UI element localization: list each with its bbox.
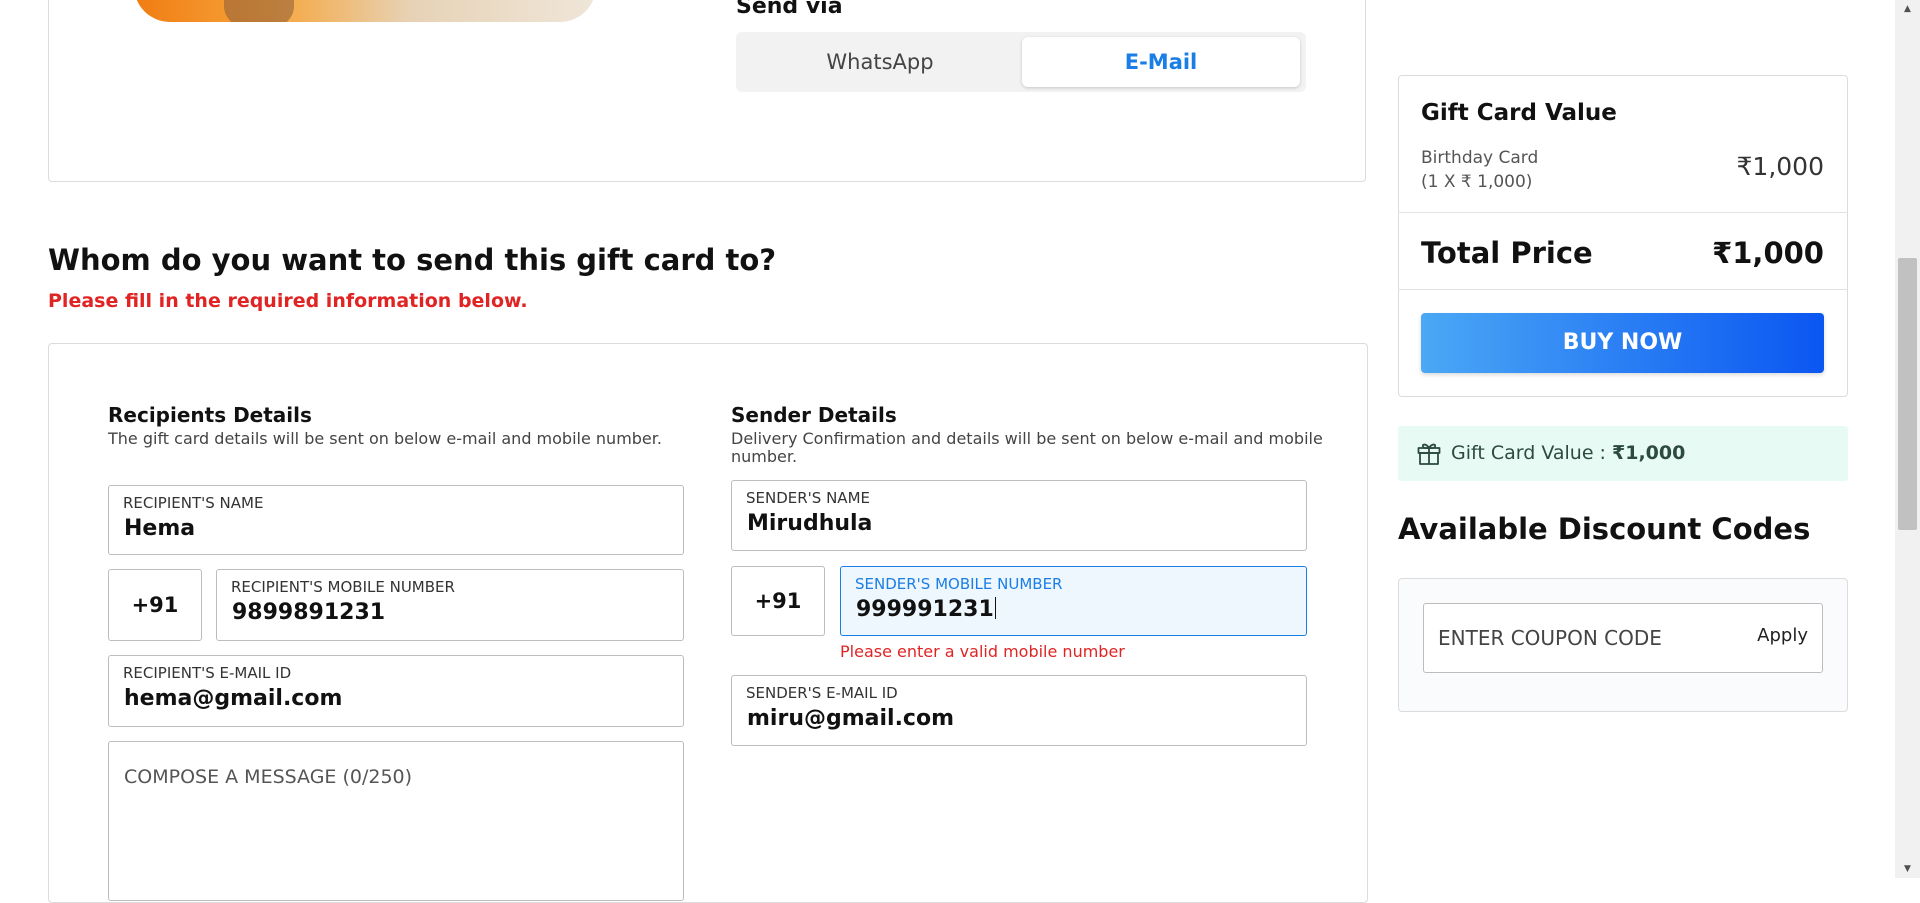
discount-codes-title: Available Discount Codes (1398, 512, 1811, 546)
gift-card-image (134, 0, 596, 22)
recipient-email-field[interactable]: RECIPIENT'S E-MAIL ID hema@gmail.com (108, 655, 684, 727)
total-price-label: Total Price (1421, 236, 1593, 270)
email-option[interactable]: E-Mail (1022, 37, 1300, 87)
recipient-mobile-value: 9899891231 (232, 600, 386, 625)
whatsapp-option[interactable]: WhatsApp (742, 37, 1018, 87)
apply-coupon-button[interactable]: Apply (1757, 625, 1808, 646)
sender-name-field[interactable]: SENDER'S NAME Mirudhula (731, 480, 1307, 551)
sender-details-subtitle: Delivery Confirmation and details will b… (731, 430, 1323, 466)
scroll-up-arrow-icon[interactable]: ▲ (1898, 2, 1917, 16)
sender-mobile-input: 999991231 (856, 597, 996, 622)
gift-card-value-title: Gift Card Value (1421, 100, 1617, 126)
recipient-country-code[interactable]: +91 (108, 569, 202, 641)
sender-country-code[interactable]: +91 (731, 566, 825, 636)
send-via-label: Send via (736, 0, 843, 19)
sender-name-label: SENDER'S NAME (746, 489, 870, 507)
coupon-code-placeholder: ENTER COUPON CODE (1438, 626, 1662, 650)
sender-email-label: SENDER'S E-MAIL ID (746, 684, 898, 702)
gift-card-item: Birthday Card (1 X ₹ 1,000) (1421, 146, 1538, 194)
recipient-details-title: Recipients Details (108, 403, 312, 427)
gift-card-item-detail: (1 X ₹ 1,000) (1421, 172, 1533, 192)
gift-card-value-bar: Gift Card Value : ₹1,000 (1398, 426, 1848, 481)
sender-subtitle-line1: Delivery Confirmation and details will b… (731, 429, 1323, 448)
page-heading: Whom do you want to send this gift card … (48, 243, 777, 277)
text-caret (994, 597, 996, 619)
recipient-name-field[interactable]: RECIPIENT'S NAME Hema (108, 485, 684, 555)
sender-mobile-value: 999991231 (856, 597, 994, 622)
scroll-down-arrow-icon[interactable]: ▼ (1898, 862, 1917, 876)
recipient-mobile-label: RECIPIENT'S MOBILE NUMBER (231, 578, 455, 596)
sender-name-value: Mirudhula (747, 511, 873, 536)
send-via-toggle: WhatsApp E-Mail (736, 32, 1306, 92)
recipient-details-subtitle: The gift card details will be sent on be… (108, 429, 662, 448)
recipient-mobile-field[interactable]: RECIPIENT'S MOBILE NUMBER 9899891231 (216, 569, 684, 641)
gift-icon (1417, 443, 1441, 465)
buy-now-button[interactable]: BUY NOW (1421, 313, 1824, 373)
required-notice: Please fill in the required information … (48, 290, 528, 312)
gift-card-value-bar-amount: ₹1,000 (1612, 442, 1686, 464)
compose-message-textarea[interactable]: COMPOSE A MESSAGE (0/250) (108, 741, 684, 901)
recipient-email-label: RECIPIENT'S E-MAIL ID (123, 664, 292, 682)
sender-mobile-error: Please enter a valid mobile number (840, 642, 1125, 661)
sender-email-field[interactable]: SENDER'S E-MAIL ID miru@gmail.com (731, 675, 1307, 746)
total-price-amount: ₹1,000 (1712, 236, 1824, 270)
divider (1398, 212, 1848, 213)
gift-card-item-amount: ₹1,000 (1736, 152, 1824, 181)
recipient-name-value: Hema (124, 516, 196, 541)
sender-subtitle-line2: number. (731, 447, 798, 466)
scrollbar-thumb[interactable] (1898, 258, 1917, 530)
sender-mobile-field[interactable]: SENDER'S MOBILE NUMBER 999991231 (840, 566, 1307, 636)
sender-mobile-label: SENDER'S MOBILE NUMBER (855, 575, 1063, 593)
recipient-email-value: hema@gmail.com (124, 686, 343, 711)
coupon-code-input[interactable]: ENTER COUPON CODE Apply (1423, 603, 1823, 673)
recipient-name-label: RECIPIENT'S NAME (123, 494, 264, 512)
gift-card-item-name: Birthday Card (1421, 148, 1539, 168)
sender-details-title: Sender Details (731, 403, 897, 427)
gift-card-value-bar-label: Gift Card Value : (1451, 442, 1612, 464)
gift-card-value-text: Gift Card Value : ₹1,000 (1451, 442, 1685, 464)
compose-message-placeholder: COMPOSE A MESSAGE (0/250) (124, 766, 413, 788)
divider (1398, 289, 1848, 290)
sender-email-value: miru@gmail.com (747, 706, 955, 731)
